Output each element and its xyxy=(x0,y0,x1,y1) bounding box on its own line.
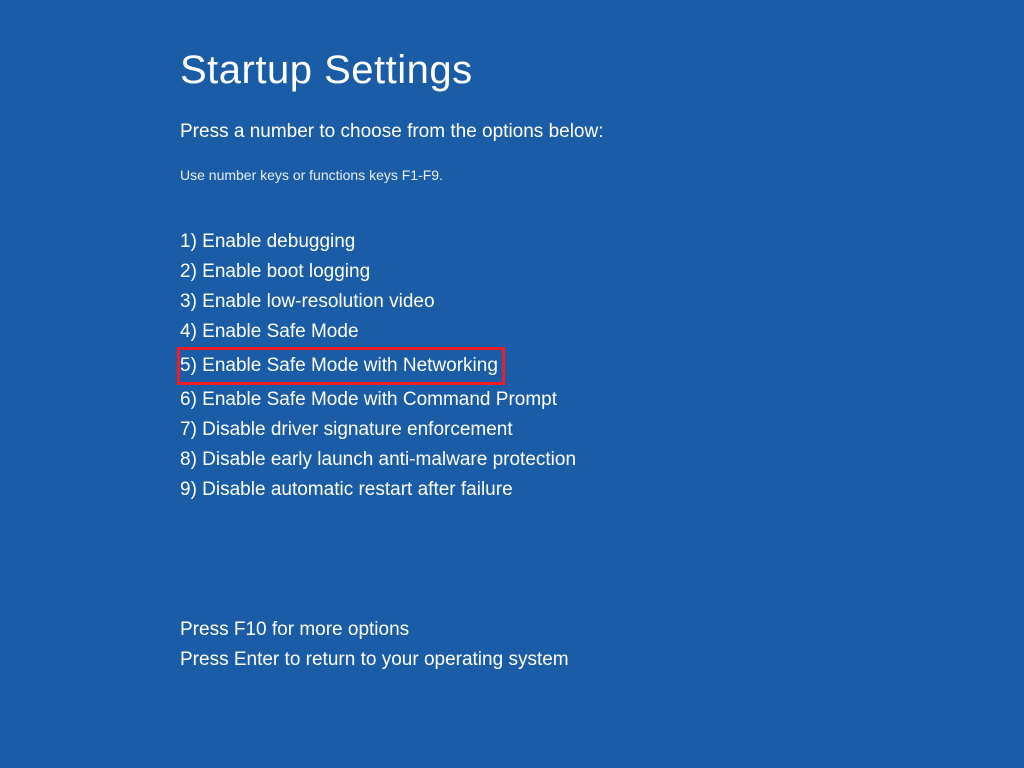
option-enable-safe-mode-networking[interactable]: 5) Enable Safe Mode with Networking xyxy=(177,347,505,385)
footer-more-options: Press F10 for more options xyxy=(180,615,1024,645)
option-disable-early-launch-anti-malware[interactable]: 8) Disable early launch anti-malware pro… xyxy=(180,445,576,475)
option-enable-boot-logging[interactable]: 2) Enable boot logging xyxy=(180,257,370,287)
option-enable-safe-mode-command-prompt[interactable]: 6) Enable Safe Mode with Command Prompt xyxy=(180,385,557,415)
option-disable-automatic-restart[interactable]: 9) Disable automatic restart after failu… xyxy=(180,475,513,505)
option-enable-safe-mode[interactable]: 4) Enable Safe Mode xyxy=(180,317,359,347)
options-list: 1) Enable debugging 2) Enable boot loggi… xyxy=(180,227,1024,505)
option-enable-debugging[interactable]: 1) Enable debugging xyxy=(180,227,355,257)
page-title: Startup Settings xyxy=(180,48,1024,93)
hint-text: Use number keys or functions keys F1-F9. xyxy=(180,167,1024,183)
instruction-text: Press a number to choose from the option… xyxy=(180,121,1024,143)
option-enable-low-resolution-video[interactable]: 3) Enable low-resolution video xyxy=(180,287,435,317)
startup-settings-screen: Startup Settings Press a number to choos… xyxy=(0,0,1024,675)
footer-return-os: Press Enter to return to your operating … xyxy=(180,645,1024,675)
option-disable-driver-signature-enforcement[interactable]: 7) Disable driver signature enforcement xyxy=(180,415,513,445)
